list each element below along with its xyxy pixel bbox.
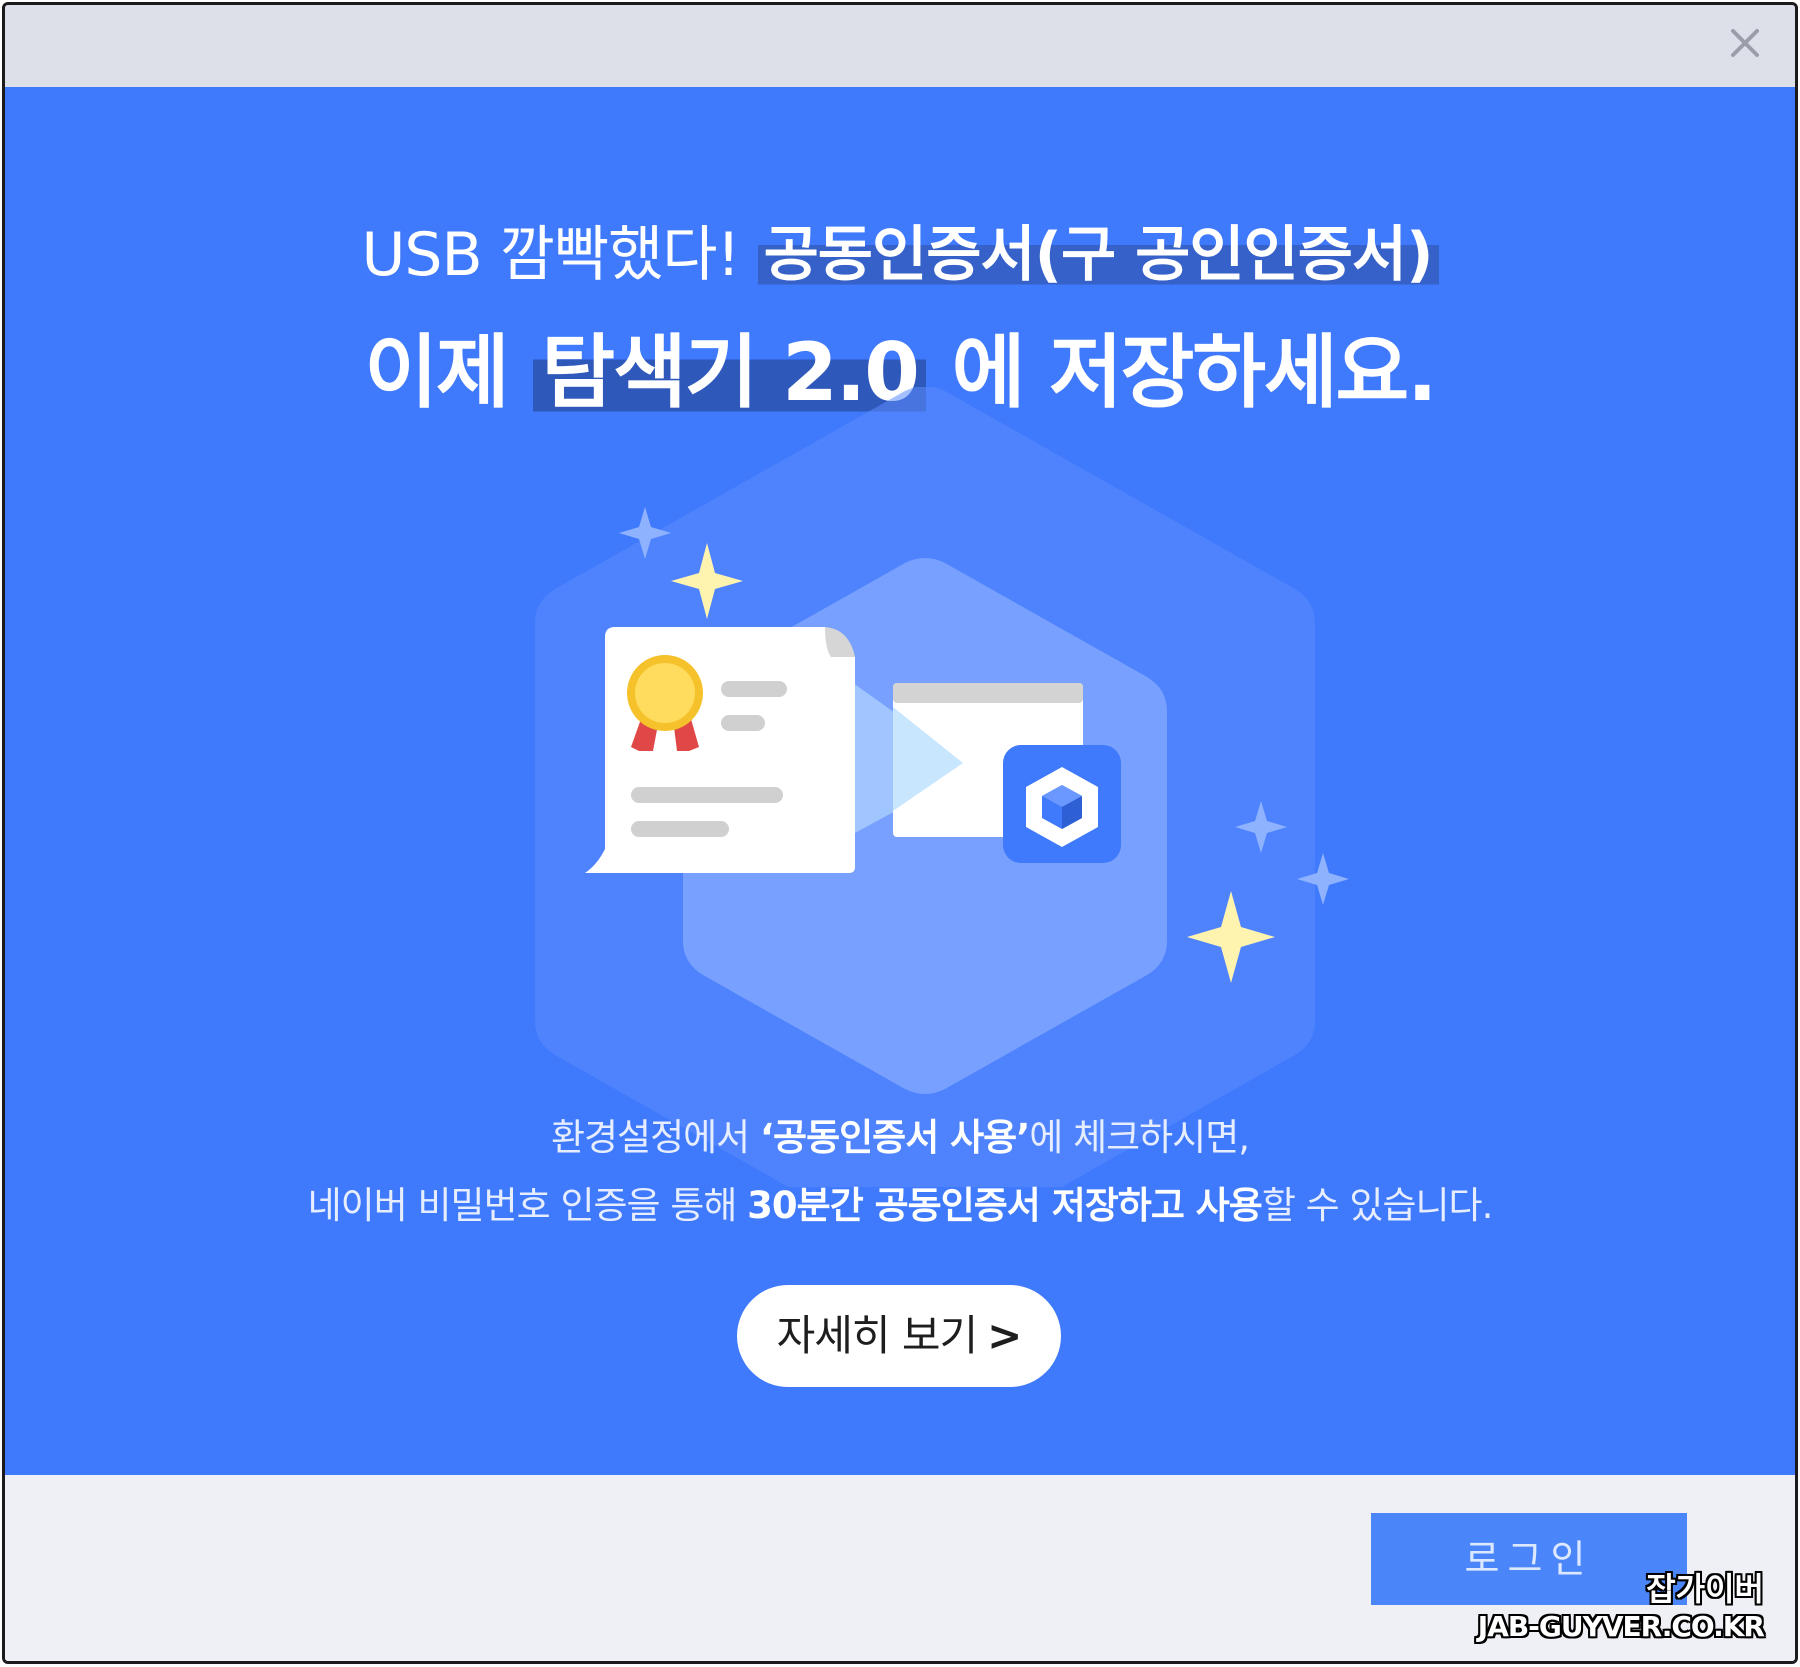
cube-icon bbox=[1003, 745, 1121, 863]
description-line-1: 환경설정에서 ‘공동인증서 사용’에 체크하시면, bbox=[5, 1107, 1795, 1161]
title-bar bbox=[5, 5, 1795, 87]
close-button[interactable] bbox=[1721, 19, 1769, 67]
desc-2-pre: 네이버 비밀번호 인증을 통해 bbox=[307, 1184, 748, 1227]
description-line-2: 네이버 비밀번호 인증을 통해 30분간 공동인증서 저장하고 사용할 수 있습… bbox=[5, 1175, 1795, 1229]
watermark-line-2: JAB-GUYVER.CO.KR bbox=[1477, 1610, 1765, 1643]
headline-1-strong: 공동인증서(구 공인인증서) bbox=[757, 220, 1439, 290]
dialog-window: USB 깜빡했다! 공동인증서(구 공인인증서) 이제 탐색기 2.0 에 저장… bbox=[2, 2, 1798, 1664]
chevron-right-icon: > bbox=[987, 1311, 1022, 1360]
view-details-button[interactable]: 자세히 보기 > bbox=[737, 1285, 1061, 1387]
headline-1-plain: USB 깜빡했다! bbox=[361, 220, 758, 290]
promo-banner: USB 깜빡했다! 공동인증서(구 공인인증서) 이제 탐색기 2.0 에 저장… bbox=[5, 87, 1795, 1475]
headline-line-1: USB 깜빡했다! 공동인증서(구 공인인증서) bbox=[5, 217, 1795, 293]
desc-1-post: 에 체크하시면, bbox=[1029, 1116, 1250, 1159]
desc-2-bold: 30분간 공동인증서 저장하고 사용 bbox=[747, 1184, 1263, 1227]
certificate-transfer-illustration bbox=[535, 387, 1349, 1187]
close-icon bbox=[1731, 29, 1759, 57]
desc-2-post: 할 수 있습니다. bbox=[1261, 1184, 1494, 1227]
certificate-icon bbox=[585, 627, 855, 873]
desc-1-bold: ‘공동인증서 사용’ bbox=[759, 1116, 1030, 1159]
watermark-line-1: 잡가이버 bbox=[1646, 1570, 1764, 1608]
view-details-label: 자세히 보기 bbox=[776, 1311, 979, 1360]
site-watermark: 잡가이버 JAB-GUYVER.CO.KR bbox=[1477, 1569, 1765, 1645]
desc-1-pre: 환경설정에서 bbox=[550, 1116, 760, 1159]
